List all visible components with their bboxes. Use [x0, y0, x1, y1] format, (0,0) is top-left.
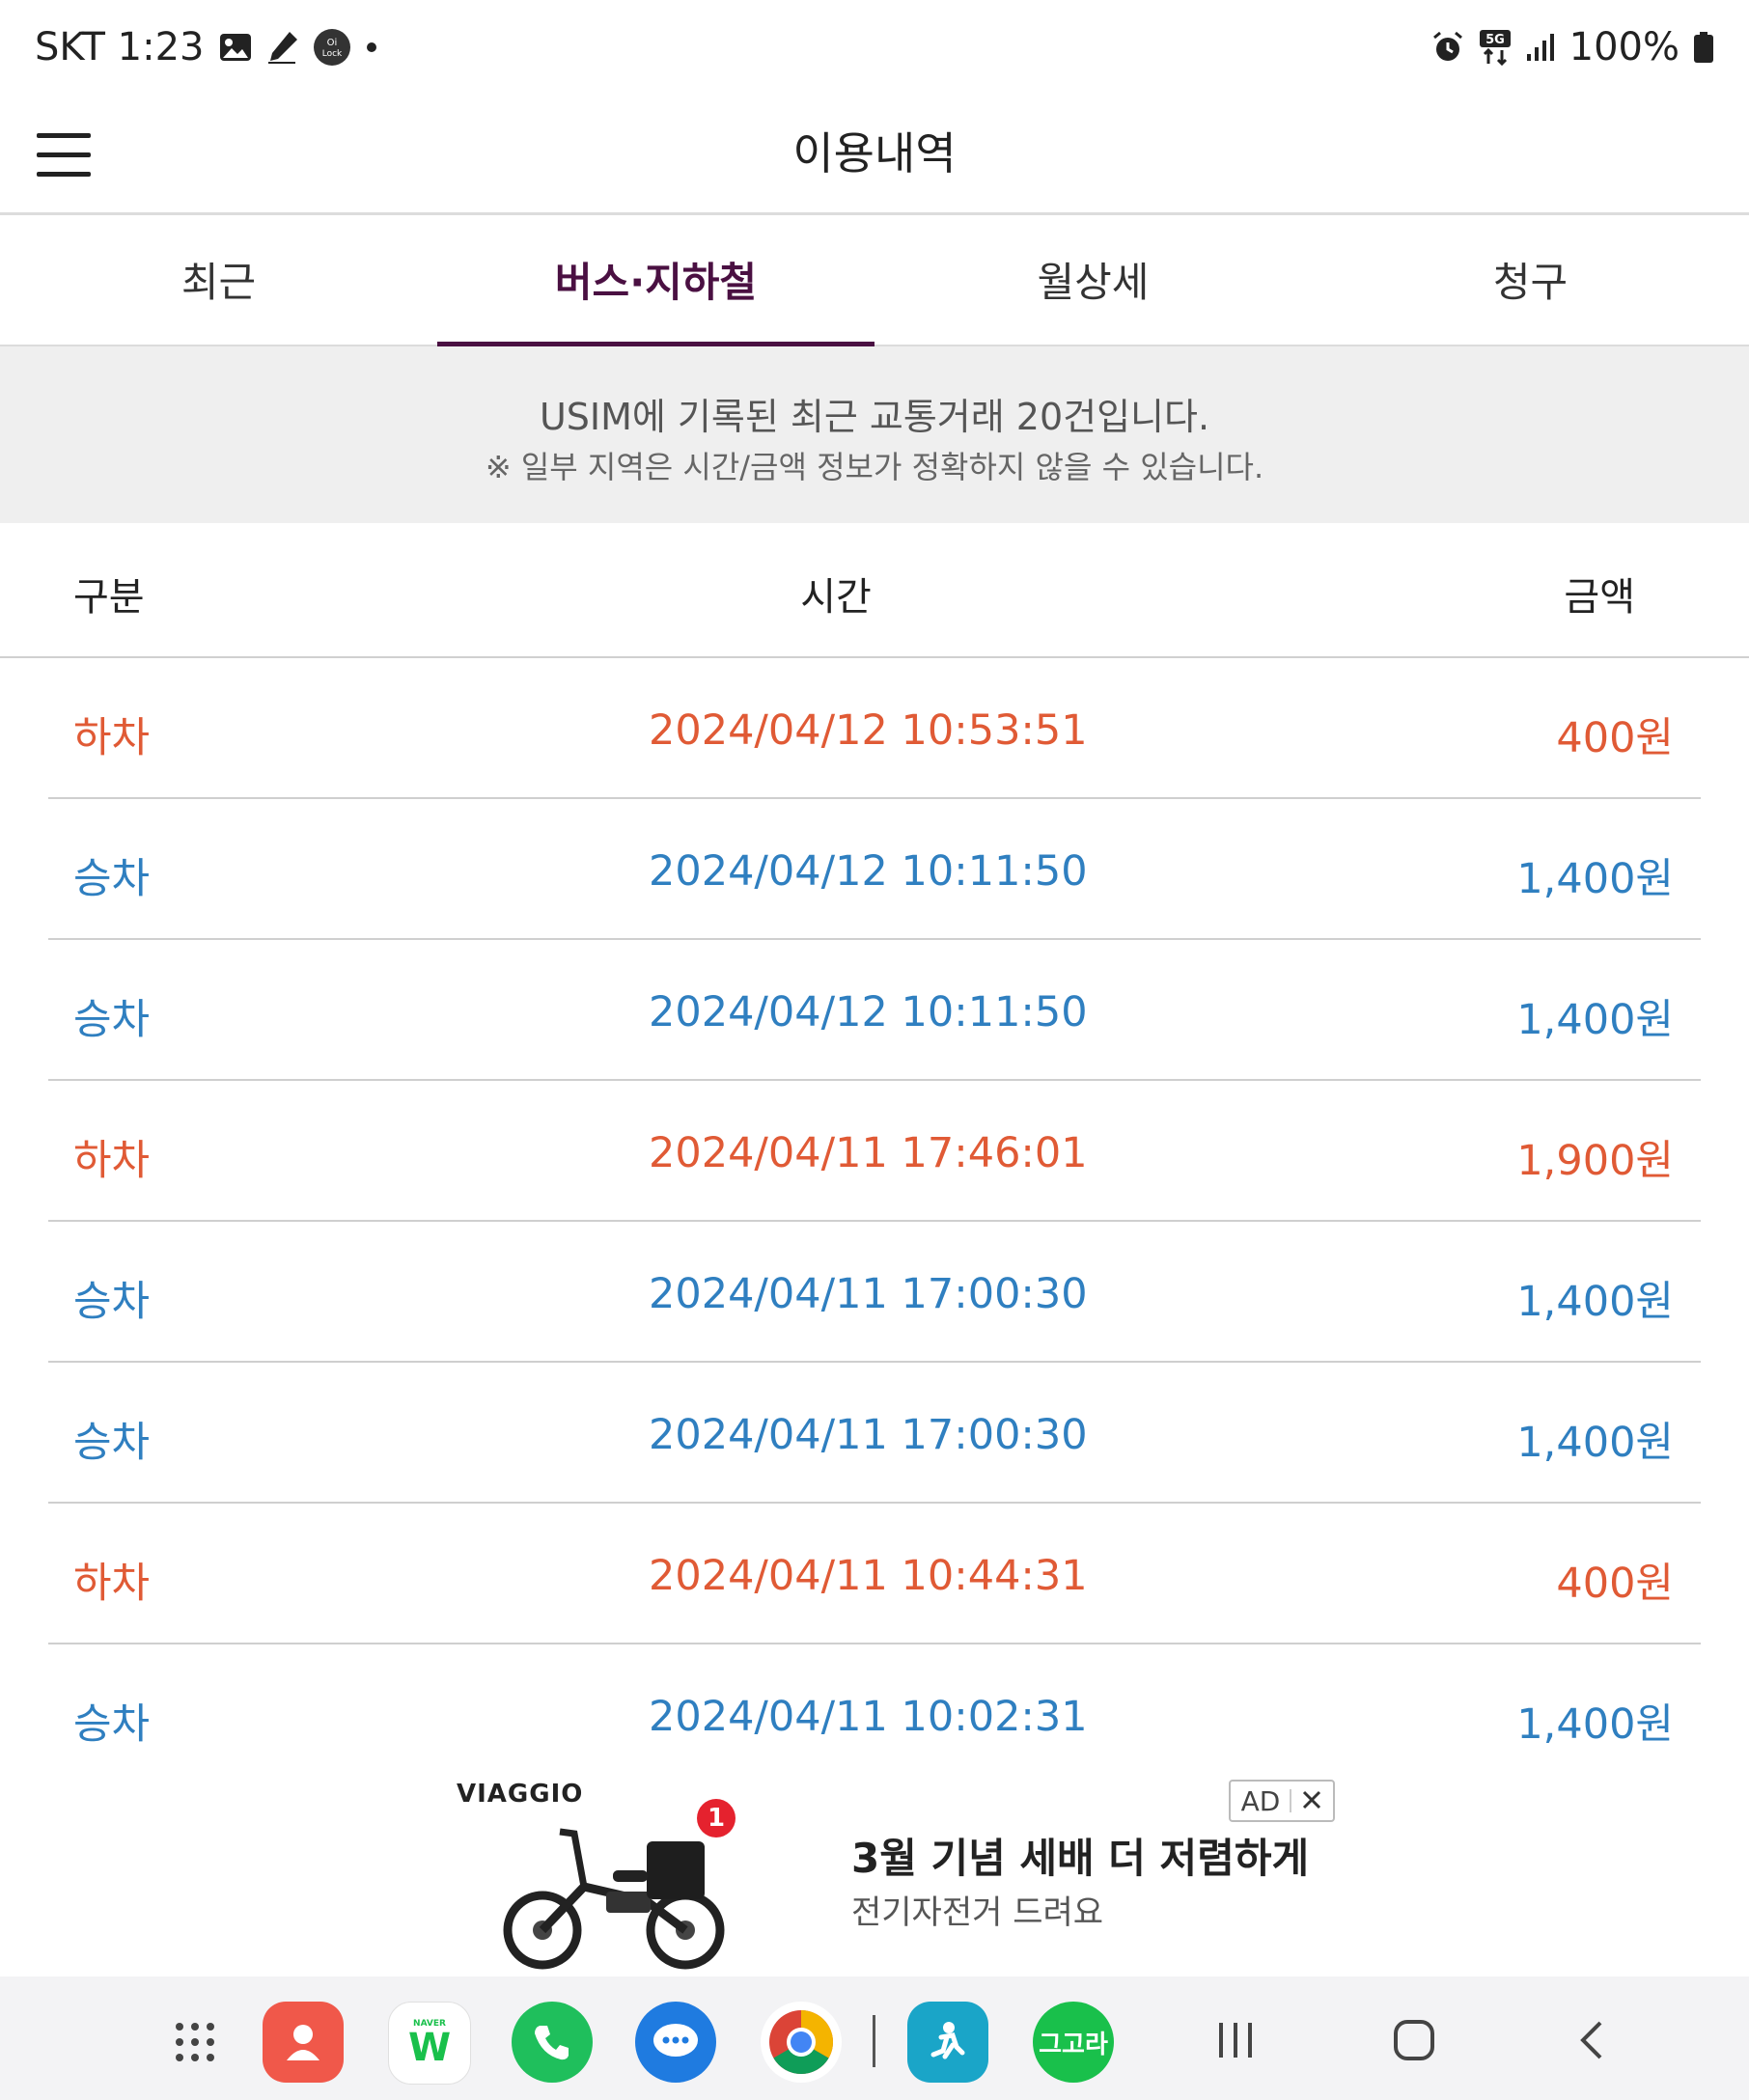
- table-header: 구분 시간 금액: [0, 523, 1749, 658]
- page-title: 이용내역: [792, 127, 957, 180]
- tab-monthly-detail[interactable]: 월상세: [874, 214, 1312, 345]
- lock-app-icon: Oi Lock: [313, 28, 351, 67]
- row-type: 하차: [73, 714, 151, 762]
- table-row: 하차 2024/04/11 10:44:31 400원: [48, 1504, 1701, 1644]
- row-type: 승차: [73, 1278, 151, 1326]
- row-amount: 1,400원: [1516, 1278, 1674, 1326]
- phone-icon[interactable]: [512, 2002, 593, 2083]
- row-time: 2024/04/12 10:11:50: [649, 988, 1088, 1036]
- row-time: 2024/04/11 10:02:31: [649, 1693, 1088, 1741]
- gogora-icon[interactable]: 그고라: [1033, 2002, 1114, 2083]
- notification-count: 1: [707, 1804, 726, 1833]
- row-amount: 400원: [1556, 714, 1674, 762]
- notice-banner: USIM에 기록된 최근 교통거래 20건입니다. ※ 일부 지역은 시간/금액…: [0, 346, 1749, 523]
- tab-bus-subway[interactable]: 버스·지하철: [437, 214, 874, 346]
- app-drawer-icon[interactable]: [154, 2002, 236, 2083]
- chrome-icon[interactable]: [761, 2002, 842, 2083]
- dot-icon: [365, 41, 378, 54]
- table-row: 승차 2024/04/12 10:11:50 1,400원: [48, 940, 1701, 1081]
- battery-icon: [1693, 31, 1714, 64]
- table-row: 승차 2024/04/11 17:00:30 1,400원: [48, 1363, 1701, 1504]
- ad-banner[interactable]: VIAGGIO 1 AD 3월 기념 세배 더 저렴하게 전기자전거 드려요: [0, 1766, 1749, 1976]
- carrier-time: SKT 1:23: [35, 25, 205, 69]
- table-row: 하차 2024/04/12 10:53:51 400원: [48, 658, 1701, 799]
- row-time: 2024/04/11 17:00:30: [649, 1411, 1088, 1459]
- svg-text:Oi: Oi: [326, 38, 337, 48]
- row-amount: 400원: [1556, 1560, 1674, 1608]
- tab-bar: 최근 버스·지하철 월상세 청구: [0, 214, 1749, 346]
- battery-percent: 100%: [1569, 25, 1680, 69]
- notice-line-1: USIM에 기록된 최근 교통거래 20건입니다.: [539, 396, 1210, 438]
- ad-subline: 전기자전거 드려요: [851, 1893, 1104, 1932]
- header-time: 시간: [800, 575, 872, 620]
- signal-icon: [1525, 33, 1556, 62]
- status-right: 5G 100%: [1430, 25, 1714, 69]
- row-type: 승차: [73, 1700, 151, 1749]
- status-bar: SKT 1:23 Oi Lock 5G 100%: [0, 0, 1749, 101]
- fitness-icon[interactable]: [907, 2002, 988, 2083]
- ad-divider: [1290, 1789, 1292, 1812]
- ad-label: AD: [1240, 1784, 1281, 1817]
- e-bike-image: 1: [492, 1799, 763, 1975]
- row-time: 2024/04/12 10:11:50: [649, 847, 1088, 896]
- table-row: 승차 2024/04/11 17:00:30 1,400원: [48, 1222, 1701, 1363]
- row-time: 2024/04/11 17:00:30: [649, 1270, 1088, 1318]
- row-amount: 1,400원: [1516, 1700, 1674, 1749]
- gallery-icon: [218, 32, 253, 63]
- row-amount: 1,400원: [1516, 1419, 1674, 1467]
- row-amount: 1,900원: [1516, 1137, 1674, 1185]
- whale-label: W: [407, 2026, 452, 2070]
- home-icon[interactable]: [1380, 2011, 1448, 2069]
- table-row: 승차 2024/04/12 10:11:50 1,400원: [48, 799, 1701, 940]
- recents-icon[interactable]: [1202, 2011, 1269, 2069]
- status-left: SKT 1:23 Oi Lock: [35, 25, 378, 69]
- row-amount: 1,400원: [1516, 996, 1674, 1044]
- gogora-label: 그고라: [1039, 2030, 1108, 2059]
- alarm-icon: [1430, 30, 1465, 65]
- row-type: 하차: [73, 1137, 151, 1185]
- 5g-icon: 5G: [1479, 29, 1512, 66]
- table-row: 하차 2024/04/11 17:46:01 1,900원: [48, 1081, 1701, 1222]
- header-amount: 금액: [1564, 575, 1635, 620]
- row-time: 2024/04/11 17:46:01: [649, 1129, 1088, 1177]
- back-icon[interactable]: [1559, 2011, 1626, 2069]
- naver-whale-icon[interactable]: NAVER W: [388, 2002, 471, 2085]
- row-type: 승차: [73, 855, 151, 903]
- taskbar: NAVER W 그고라: [0, 1976, 1749, 2100]
- close-icon[interactable]: [1301, 1785, 1322, 1817]
- ad-badge[interactable]: AD: [1229, 1780, 1335, 1822]
- tab-billing[interactable]: 청구: [1312, 214, 1749, 345]
- taskbar-divider: [873, 2015, 875, 2067]
- svg-text:5G: 5G: [1485, 33, 1505, 47]
- row-type: 승차: [73, 1419, 151, 1467]
- row-type: 승차: [73, 996, 151, 1044]
- table-row: 승차 2024/04/11 10:02:31 1,400원: [48, 1644, 1701, 1783]
- ad-headline: 3월 기념 세배 더 저렴하게: [851, 1835, 1310, 1882]
- row-amount: 1,400원: [1516, 855, 1674, 903]
- notice-line-2: ※ 일부 지역은 시간/금액 정보가 정확하지 않을 수 있습니다.: [485, 449, 1264, 485]
- row-time: 2024/04/11 10:44:31: [649, 1552, 1088, 1600]
- notification-badge: 1: [697, 1799, 736, 1838]
- svg-text:Lock: Lock: [321, 49, 342, 59]
- tab-recent[interactable]: 최근: [0, 214, 437, 345]
- row-type: 하차: [73, 1560, 151, 1608]
- app-header: 이용내역: [0, 101, 1749, 215]
- pen-icon: [266, 30, 299, 65]
- transaction-list: 하차 2024/04/12 10:53:51 400원 승차 2024/04/1…: [48, 658, 1701, 1783]
- contacts-icon[interactable]: [263, 2002, 344, 2083]
- messages-icon[interactable]: [635, 2002, 716, 2083]
- row-time: 2024/04/12 10:53:51: [649, 706, 1088, 755]
